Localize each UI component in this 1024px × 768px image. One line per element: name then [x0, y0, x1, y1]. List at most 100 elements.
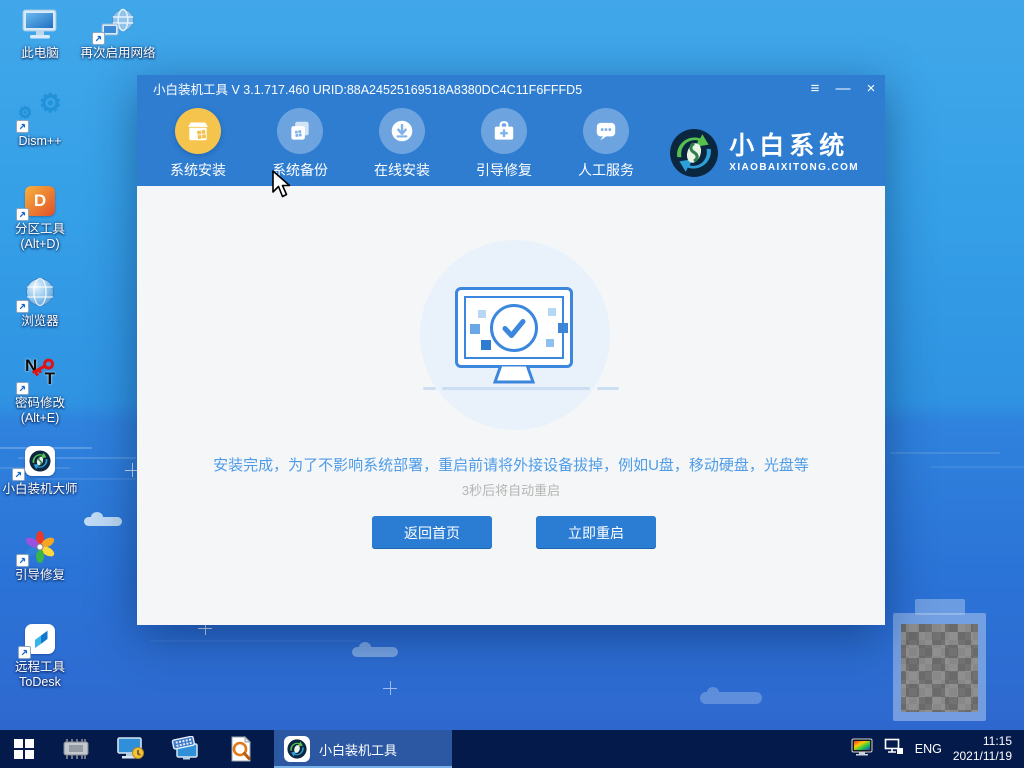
desktop-icon-label: 密码修改: [14, 396, 65, 410]
wave-streak: [150, 640, 360, 642]
desktop-icon-label: ToDesk: [19, 675, 61, 689]
chat-bubble-icon: [583, 108, 629, 154]
start-button[interactable]: [0, 730, 48, 768]
desktop-icon-label: 此电脑: [21, 46, 59, 60]
taskbar-clock[interactable]: 11:15 2021/11/19: [953, 734, 1012, 764]
ground-line: [597, 387, 619, 390]
shortcut-arrow-icon: [18, 646, 31, 659]
qr-code-panel: [893, 613, 986, 721]
install-box-icon: [175, 108, 221, 154]
todesk-icon: [4, 620, 76, 659]
xiaobai-logo-icon: [670, 129, 719, 177]
password-key-icon: N T: [4, 356, 76, 395]
brand-logo: 小白系统 XIAOBAIXITONG.COM: [669, 128, 859, 178]
taskbar-icon-memory-tool[interactable]: [48, 730, 103, 768]
cloud: [352, 642, 398, 657]
desktop-icon-browser[interactable]: 浏览器: [4, 274, 76, 329]
desktop-icon-label: 小白装机大师: [2, 482, 78, 496]
gears-icon: ⚙ ⚙: [4, 90, 76, 133]
desktop-icon-this-pc[interactable]: 此电脑: [4, 6, 76, 61]
shortcut-arrow-icon: [16, 120, 29, 133]
pinwheel-icon: [4, 528, 76, 567]
download-icon: [379, 108, 425, 154]
desktop-icon-label: 远程工具: [14, 660, 65, 674]
cloud: [700, 687, 762, 704]
ground-line: [423, 387, 436, 390]
desktop-icon-re-enable-network[interactable]: 再次启用网络: [80, 6, 156, 61]
desktop-icon-label: 再次启用网络: [80, 46, 156, 60]
xiaobai-logo-icon: [0, 442, 86, 481]
tab-system-install[interactable]: 系统安装: [153, 108, 243, 180]
tab-boot-repair[interactable]: 引导修复: [459, 108, 549, 180]
desktop-icon-label: Dism++: [18, 134, 62, 148]
close-icon[interactable]: ×: [857, 75, 885, 101]
shortcut-arrow-icon: [92, 32, 105, 45]
desktop-icon-label: 浏览器: [21, 314, 59, 328]
menu-icon[interactable]: ≡: [801, 75, 829, 101]
keyboard-monitor-icon: [171, 736, 198, 760]
wave-streak: [930, 466, 1024, 468]
desktop-icon-label: 引导修复: [14, 568, 65, 582]
desktop-icon-password-edit[interactable]: N T 密码修改 (Alt+E): [4, 356, 76, 426]
network-globe-icon: [80, 6, 156, 45]
clock-time: 11:15: [982, 734, 1012, 748]
display-color-tray-icon[interactable]: [851, 738, 873, 761]
window-content: 安装完成，为了不影响系统部署，重启前请将外接设备拔掉，例如U盘，移动硬盘，光盘等…: [137, 186, 885, 625]
xiaobai-logo-icon: [284, 736, 310, 762]
taskbar: 小白装机工具 ENG 11:15 2021/11/19: [0, 730, 1024, 768]
minimize-icon[interactable]: —: [829, 75, 857, 101]
checkmark-icon: [490, 303, 538, 352]
desktop-icon-dism[interactable]: ⚙ ⚙ Dism++: [4, 90, 76, 149]
desktop-icon-label: (Alt+D): [20, 237, 60, 251]
search-document-icon: [231, 735, 251, 762]
shortcut-arrow-icon: [16, 208, 29, 221]
clock-date: 2021/11/19: [952, 749, 1012, 763]
completion-message: 安装完成，为了不影响系统部署，重启前请将外接设备拔掉，例如U盘，移动硬盘，光盘等: [213, 457, 809, 474]
shortcut-arrow-icon: [16, 554, 29, 567]
back-home-button[interactable]: 返回首页: [372, 516, 492, 549]
xiaobai-tool-window: 小白装机工具 V 3.1.717.460 URID:88A24525169518…: [137, 75, 885, 625]
repair-kit-icon: [481, 108, 527, 154]
network-tray-icon[interactable]: [884, 738, 904, 760]
backup-icon: [277, 108, 323, 154]
monitor-tool-icon: [116, 736, 146, 762]
monitor-stand: [455, 363, 573, 389]
partition-tool-icon: D: [4, 182, 76, 221]
window-nav: 系统安装 系统备份 在线安装 引导修复 人工服务 小白系统 XIAOBAIXIT…: [137, 101, 885, 186]
desktop-icon-label: 分区工具: [14, 222, 65, 236]
this-pc-icon: [4, 6, 76, 44]
taskbar-task-xiaobai-tool[interactable]: 小白装机工具: [274, 730, 452, 768]
tab-online-install[interactable]: 在线安装: [357, 108, 447, 180]
auto-restart-countdown: 3秒后将自动重启: [461, 483, 561, 498]
wave-streak: [890, 452, 1000, 454]
window-title: 小白装机工具 V 3.1.717.460 URID:88A24525169518…: [153, 82, 583, 97]
desktop-icon-partition-tool[interactable]: D 分区工具 (Alt+D): [4, 182, 76, 252]
task-label: 小白装机工具: [319, 742, 398, 758]
ram-chip-icon: [63, 739, 88, 759]
ground-line: [442, 387, 590, 390]
desktop-icon-todesk[interactable]: 远程工具 ToDesk: [4, 620, 76, 690]
brand-name: 小白系统: [729, 132, 850, 160]
windows-logo-icon: [14, 739, 34, 759]
sparkle: [383, 681, 397, 695]
tab-system-backup[interactable]: 系统备份: [255, 108, 345, 180]
browser-globe-icon: [4, 274, 76, 313]
taskbar-icon-keyboard-tool[interactable]: [158, 730, 213, 768]
brand-domain: XIAOBAIXITONG.COM: [729, 162, 859, 173]
monitor-check-icon: [455, 287, 573, 368]
window-titlebar[interactable]: 小白装机工具 V 3.1.717.460 URID:88A24525169518…: [137, 75, 885, 101]
taskbar-icon-log-viewer[interactable]: [213, 730, 268, 768]
shortcut-arrow-icon: [16, 382, 29, 395]
desktop-icon-label: (Alt+E): [20, 411, 60, 425]
desktop-icon-xiaobai-master[interactable]: 小白装机大师: [0, 442, 86, 497]
cloud: [84, 512, 122, 526]
tab-human-service[interactable]: 人工服务: [561, 108, 651, 180]
restart-now-button[interactable]: 立即重启: [536, 516, 656, 549]
shortcut-arrow-icon: [12, 468, 25, 481]
system-tray: ENG 11:15 2021/11/19: [851, 730, 1024, 768]
blurred-qr-code: [901, 624, 978, 712]
desktop-icon-boot-repair[interactable]: 引导修复: [4, 528, 76, 583]
shortcut-arrow-icon: [16, 300, 29, 313]
language-indicator[interactable]: ENG: [915, 742, 942, 756]
taskbar-icon-display-tool[interactable]: [103, 730, 158, 768]
